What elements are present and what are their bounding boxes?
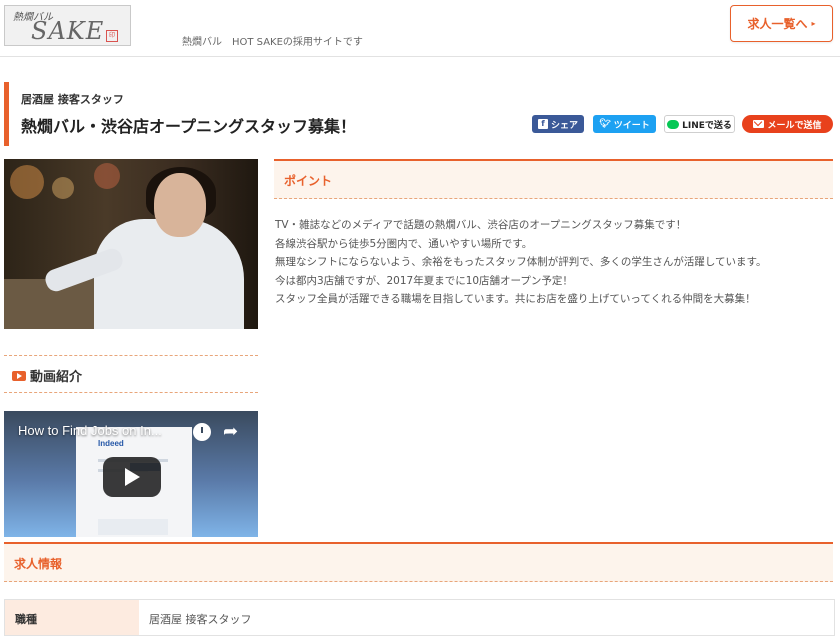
photo-face bbox=[154, 173, 206, 237]
photo-bokeh-light bbox=[10, 165, 44, 199]
video-title: How to Find Jobs on In... bbox=[18, 423, 162, 438]
logo-text-main: SAKE bbox=[31, 17, 105, 45]
point-heading: ポイント bbox=[284, 174, 333, 188]
video-player[interactable]: Indeed How to Find Jobs on In... ➦ bbox=[4, 411, 258, 537]
title-accent-bar bbox=[4, 82, 9, 146]
job-category: 居酒屋 接客スタッフ bbox=[21, 93, 124, 106]
job-info-value: 居酒屋 接客スタッフ bbox=[149, 613, 252, 626]
line-icon bbox=[667, 119, 680, 129]
mail-share-label: メールで送信 bbox=[767, 120, 822, 131]
point-line: 各線渋谷駅から徒歩5分圏内で、通いやすい場所です。 bbox=[275, 237, 533, 250]
staff-photo bbox=[4, 159, 258, 329]
line-share-label: LINEで送る bbox=[682, 120, 732, 131]
video-section-header: 動画紹介 bbox=[4, 355, 258, 393]
job-info-label: 職種 bbox=[5, 600, 139, 635]
job-list-button[interactable]: 求人一覧へ ▸ bbox=[730, 5, 833, 42]
facebook-share-label: シェア bbox=[550, 120, 578, 131]
photo-bokeh-light bbox=[94, 163, 120, 189]
site-tagline: 熱燗バル HOT SAKEの採用サイトです bbox=[182, 37, 363, 48]
video-brand-logo: Indeed bbox=[98, 439, 124, 448]
mail-icon bbox=[753, 120, 765, 128]
job-info-section-header: 求人情報 bbox=[4, 542, 833, 582]
site-header: 熱燗バル SAKE 印 熱燗バル HOT SAKEの採用サイトです 求人一覧へ … bbox=[0, 0, 840, 57]
point-line: TV・雑誌などのメディアで話題の熱燗バル、渋谷店のオープニングスタッフ募集です！ bbox=[275, 219, 687, 231]
point-line: 無理なシフトにならないよう、余裕をもったスタッフ体制が評判で、多くの学生さんが活… bbox=[275, 256, 767, 268]
twitter-share-label: ツイート bbox=[613, 120, 650, 131]
page-title: 熱燗バル・渋谷店オープニングスタッフ募集！ bbox=[21, 117, 357, 136]
photo-bokeh-light bbox=[52, 177, 74, 199]
line-share-button[interactable]: LINEで送る bbox=[664, 115, 735, 133]
job-info-heading: 求人情報 bbox=[14, 557, 63, 571]
chevron-right-icon: ▸ bbox=[811, 19, 816, 28]
logo-seal: 印 bbox=[106, 30, 118, 42]
twitter-share-button[interactable]: 🐦︎ ツイート bbox=[593, 115, 656, 133]
point-line: 今は都内3店舗ですが、2017年夏までに10店舗オープン予定！ bbox=[275, 274, 573, 287]
play-button[interactable] bbox=[103, 457, 161, 497]
point-description: TV・雑誌などのメディアで話題の熱燗バル、渋谷店のオープニングスタッフ募集です！… bbox=[275, 216, 833, 309]
video-heading-label: 動画紹介 bbox=[30, 370, 83, 385]
twitter-bird-icon: 🐦︎ bbox=[599, 119, 611, 129]
point-section-header: ポイント bbox=[274, 159, 833, 199]
point-line: スタッフ全員が活躍できる職場を目指しています。共にお店を盛り上げていってくれる仲… bbox=[275, 293, 756, 305]
share-arrow-icon[interactable]: ➦ bbox=[223, 421, 238, 442]
site-logo[interactable]: 熱燗バル SAKE 印 bbox=[4, 5, 131, 46]
thumb-box bbox=[98, 519, 168, 535]
video-play-icon bbox=[12, 370, 26, 381]
video-heading: 動画紹介 bbox=[12, 366, 82, 385]
mail-share-button[interactable]: メールで送信 bbox=[742, 115, 833, 133]
facebook-icon: f bbox=[537, 119, 548, 129]
job-list-button-label: 求人一覧へ bbox=[747, 17, 808, 31]
job-info-table-row: 職種 居酒屋 接客スタッフ bbox=[4, 599, 835, 636]
facebook-share-button[interactable]: f シェア bbox=[532, 115, 584, 133]
watch-later-icon[interactable] bbox=[193, 423, 211, 441]
